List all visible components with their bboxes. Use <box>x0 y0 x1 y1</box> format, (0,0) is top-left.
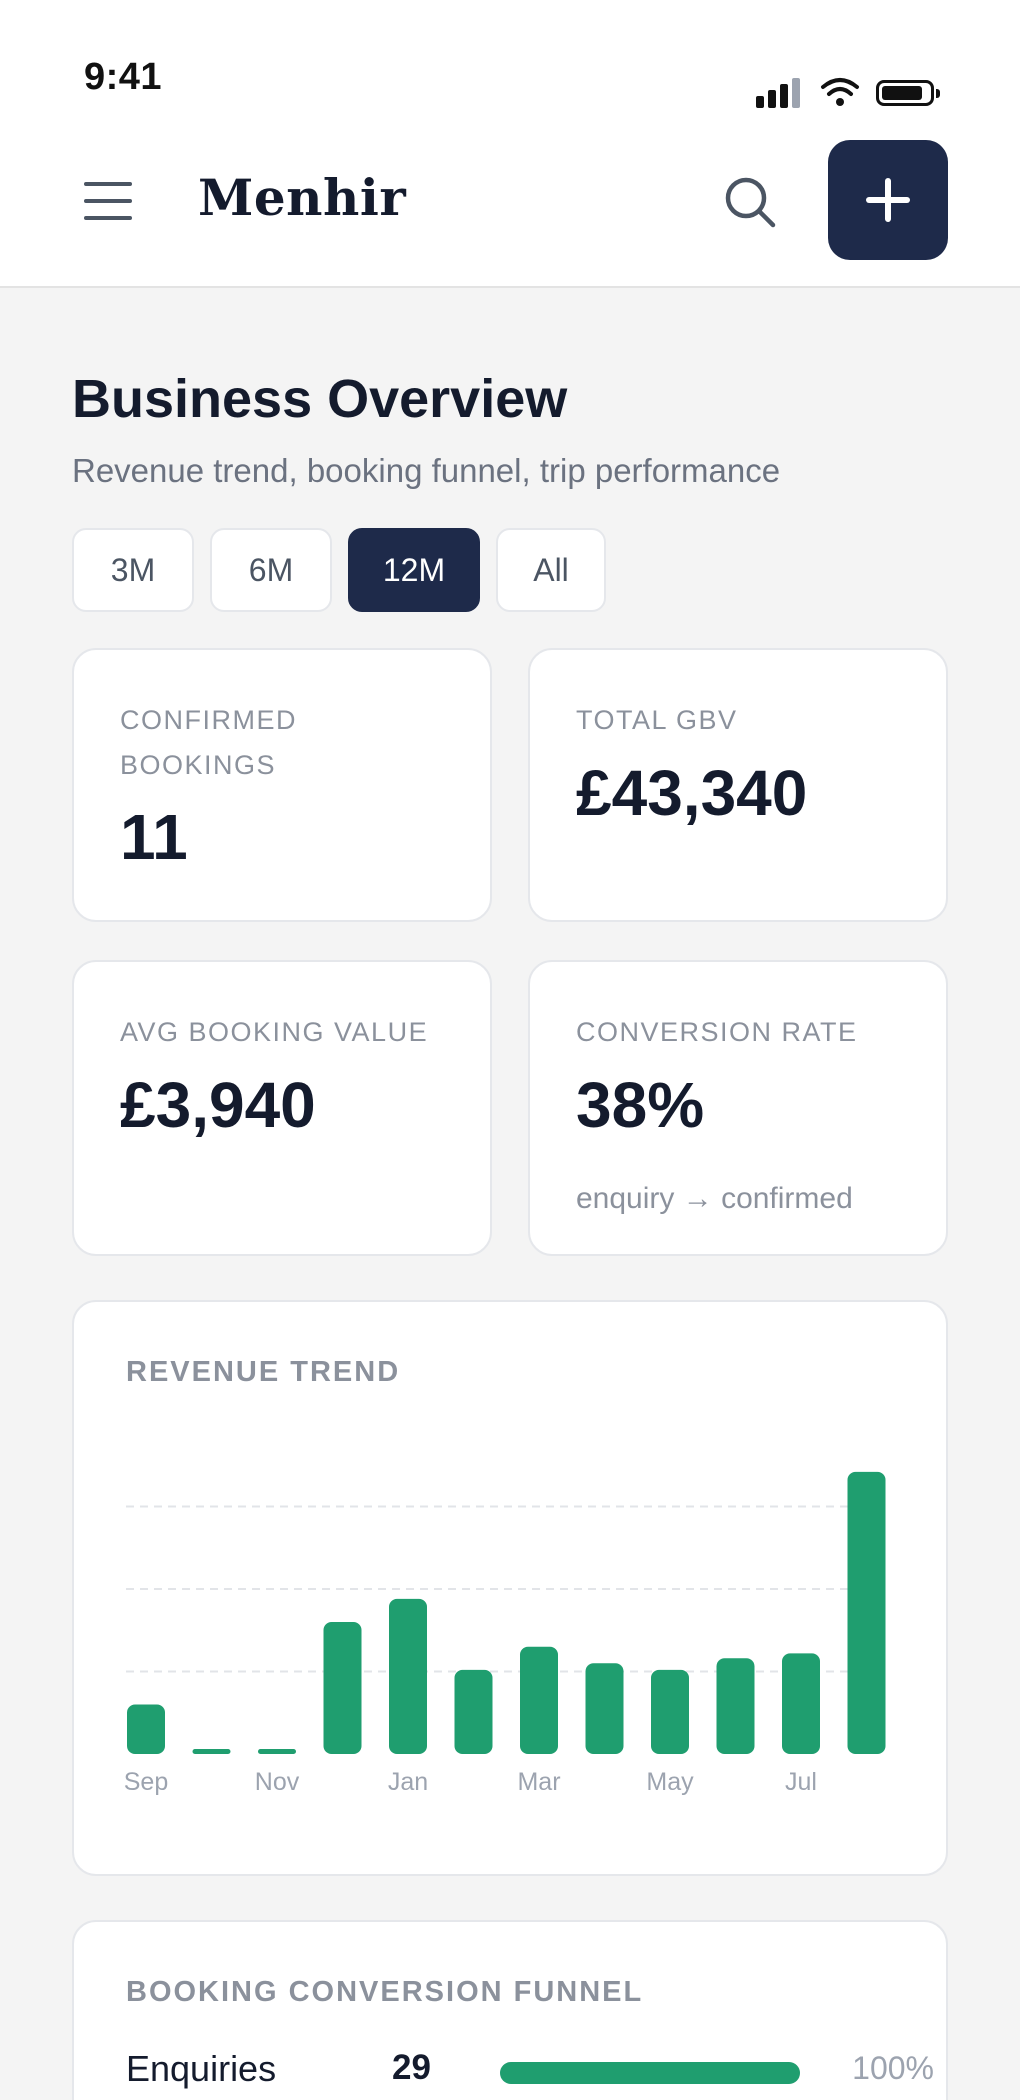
funnel-row-percent: 100% <box>852 2050 934 2086</box>
chart-bar-mar[interactable] <box>520 1646 558 1754</box>
range-tab-6m[interactable]: 6M <box>210 528 332 612</box>
funnel-title: BOOKING CONVERSION FUNNEL <box>126 1976 644 2008</box>
stat-label: AVG BOOKING VALUE <box>120 1017 429 1047</box>
chart-bar-apr[interactable] <box>585 1663 624 1754</box>
hamburger-menu-icon <box>84 182 132 186</box>
chart-tick-label: Jul <box>785 1768 817 1796</box>
chart-tick-label: May <box>646 1768 694 1796</box>
chart-bar-aug[interactable] <box>847 1471 886 1754</box>
funnel-row: Enquiries 29 100% <box>126 2048 934 2100</box>
chart-tick-label: Jan <box>388 1768 428 1796</box>
stat-label: CONFIRMED BOOKINGS <box>120 705 297 780</box>
chart-bar-jan[interactable] <box>389 1598 427 1754</box>
stat-value: £43,340 <box>576 757 808 829</box>
chart-tick-label: Sep <box>124 1768 168 1796</box>
stat-card-conversion-rate: CONVERSION RATE 38% enquiry → confirmed <box>528 960 948 1256</box>
chart-bar-oct[interactable] <box>192 1749 231 1754</box>
stat-value: £3,940 <box>120 1069 316 1141</box>
chart-bar-may[interactable] <box>651 1669 689 1754</box>
range-tab-12m[interactable]: 12M <box>348 528 480 612</box>
add-button[interactable] <box>828 140 948 260</box>
booking-funnel-card: BOOKING CONVERSION FUNNEL Enquiries 29 1… <box>72 1920 948 2100</box>
funnel-row-label: Enquiries <box>126 2048 277 2089</box>
chart-bar-jul[interactable] <box>782 1653 820 1754</box>
range-tab-3m[interactable]: 3M <box>72 528 194 612</box>
brand-logo: Menhir <box>198 168 407 227</box>
wifi-icon <box>821 78 859 106</box>
battery-icon <box>876 80 940 106</box>
stat-card-total-gbv: TOTAL GBV £43,340 <box>528 648 948 922</box>
range-tab-all[interactable]: All <box>496 528 606 612</box>
stat-value: 11 <box>120 801 188 873</box>
page-title: Business Overview <box>72 369 568 429</box>
chart-bar-dec[interactable] <box>323 1622 362 1754</box>
app-header: 9:41 Menhir <box>0 0 1020 288</box>
stat-label: TOTAL GBV <box>576 705 738 735</box>
stat-note: enquiry → confirmed <box>576 1182 853 1215</box>
stat-value: 38% <box>576 1069 705 1141</box>
chart-bar-sep[interactable] <box>127 1704 165 1755</box>
status-icons <box>756 76 940 108</box>
revenue-trend-card: REVENUE TREND Sep Nov Jan Mar May Jul <box>72 1300 948 1876</box>
stat-label: CONVERSION RATE <box>576 1017 858 1047</box>
revenue-trend-chart: Sep Nov Jan Mar May Jul <box>124 1471 886 1796</box>
chart-bar-feb[interactable] <box>454 1669 493 1754</box>
chart-tick-label: Mar <box>517 1768 560 1796</box>
stat-card-confirmed-bookings: CONFIRMED BOOKINGS 11 <box>72 648 492 922</box>
search-icon[interactable] <box>722 174 778 230</box>
funnel-row-count: 29 <box>392 2048 431 2087</box>
stat-card-avg-booking-value: AVG BOOKING VALUE £3,940 <box>72 960 492 1256</box>
funnel-bar-fill <box>500 2062 800 2084</box>
chart-tick-label: Nov <box>255 1768 300 1796</box>
chart-bar-jun[interactable] <box>716 1658 755 1754</box>
funnel-bar-track <box>500 2062 800 2084</box>
chart-bar-nov[interactable] <box>258 1749 296 1754</box>
status-time: 9:41 <box>84 56 163 98</box>
menu-button[interactable] <box>84 182 132 220</box>
page-subtitle: Revenue trend, booking funnel, trip perf… <box>72 452 781 489</box>
